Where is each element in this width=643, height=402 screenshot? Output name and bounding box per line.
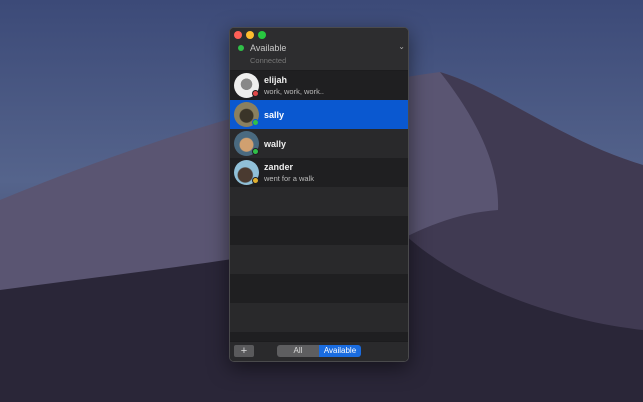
contact-row-elijah[interactable]: elijah work, work, work.. — [230, 71, 408, 100]
minimize-button[interactable] — [246, 31, 254, 39]
contact-name: zander — [264, 162, 294, 172]
empty-row — [230, 274, 408, 303]
close-button[interactable] — [234, 31, 242, 39]
empty-row — [230, 187, 408, 216]
connection-status: Connected — [250, 56, 287, 65]
contact-name: elijah — [264, 75, 288, 85]
contact-message: work, work, work.. — [264, 87, 325, 96]
status-label: Available — [250, 43, 287, 53]
contact-list: elijah work, work, work.. sally wally za… — [230, 71, 408, 361]
status-dot-icon — [252, 148, 259, 155]
contact-name: sally — [264, 110, 285, 120]
contact-name: wally — [264, 139, 287, 149]
empty-row — [230, 303, 408, 332]
zoom-button[interactable] — [258, 31, 266, 39]
filter-available-tab[interactable]: Available — [319, 345, 361, 357]
contact-row-wally[interactable]: wally — [230, 129, 408, 158]
empty-row — [230, 245, 408, 274]
status-dot-icon — [252, 119, 259, 126]
messenger-window: Available ⌄ Connected elijah work, work,… — [229, 27, 409, 362]
status-dot-icon — [252, 90, 259, 97]
contact-row-sally[interactable]: sally — [230, 100, 408, 129]
chevron-down-icon[interactable]: ⌄ — [398, 42, 405, 51]
contact-message: went for a walk — [264, 174, 315, 183]
status-dot-icon — [238, 45, 244, 51]
add-contact-button[interactable]: + — [234, 345, 254, 357]
filter-segmented-control: All Available — [277, 345, 361, 357]
status-dot-icon — [252, 177, 259, 184]
footer-bar: + All Available — [230, 341, 408, 361]
contact-row-zander[interactable]: zander went for a walk — [230, 158, 408, 187]
empty-row — [230, 216, 408, 245]
status-selector[interactable]: Available — [238, 43, 286, 53]
filter-all-tab[interactable]: All — [277, 345, 319, 357]
window-header: Available ⌄ Connected — [230, 28, 408, 71]
